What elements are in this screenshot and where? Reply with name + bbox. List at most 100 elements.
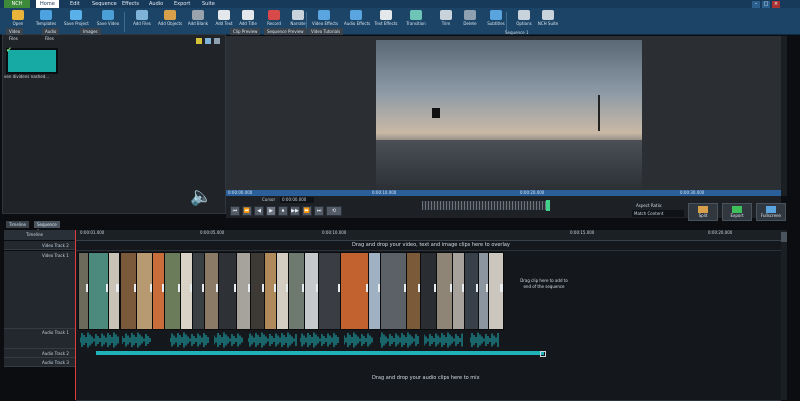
toolbar-label: Trim [441,21,451,26]
transition-marker[interactable] [116,284,119,292]
narrate-icon [292,10,304,20]
rewind-button[interactable]: ⏪ [242,206,252,216]
tab-timeline[interactable]: Timeline [6,221,30,228]
audio-waveform[interactable] [170,330,210,350]
maximize-icon[interactable]: □ [762,1,770,8]
fast-forward-button[interactable]: ⏩ [302,206,312,216]
audio-track-3-header: Audio Track 3 [4,358,76,367]
fullscreen-button[interactable]: Fullscreen [756,203,786,221]
tab-sequence-preview[interactable]: Sequence Preview [264,28,307,35]
tab-clip-preview[interactable]: Clip Preview [230,28,261,35]
scrubber-handle[interactable] [546,200,550,211]
audio-clip-end-handle[interactable] [540,351,546,357]
tab-effects[interactable]: Effects [118,0,143,8]
transition-marker[interactable] [500,284,503,292]
audio-waveform[interactable] [248,330,298,350]
nch-suite-button[interactable]: NCH Suite [536,10,560,32]
bin-view-icon[interactable] [196,38,202,44]
audio-track-1-header: Audio Track 1 [4,329,76,349]
bin-sort-icon[interactable] [205,38,211,44]
volume-scrubber[interactable] [422,201,550,210]
toolbar-label: Add Files [133,21,151,26]
audio-clip-bar[interactable] [96,351,544,355]
ruler-tick: 0:00:30.000 [680,190,705,195]
volume-icon[interactable]: 🔈 [190,186,212,207]
audio-waveform[interactable] [470,330,500,350]
timeline-time: 0:00:20.000 [708,230,733,235]
nch-app-button[interactable]: NCH [4,0,30,8]
tab-export[interactable]: Export [170,0,194,8]
audio-waveform[interactable] [380,330,420,350]
tab-edit[interactable]: Edit [66,0,84,8]
tab-home[interactable]: Home [36,0,59,8]
timeline-scrollbar[interactable] [781,230,787,400]
go-end-button[interactable]: ⏭ [314,206,324,216]
bin-close-icon[interactable] [214,38,220,44]
toolbar-label: Add Text [215,21,233,26]
folder-icon [12,10,24,20]
audio-waveform[interactable] [344,330,374,350]
split-button[interactable]: Split [688,203,718,221]
toolbar-label: Subtitles [487,21,505,26]
loop-button[interactable]: ⟲ [326,206,342,216]
audio-waveform[interactable] [424,330,464,350]
tab-suite[interactable]: Suite [198,0,219,8]
close-icon[interactable]: × [772,1,780,8]
audio-waveform[interactable] [300,330,340,350]
tab-video-tutorials[interactable]: Video Tutorials [308,28,344,35]
timeline-scroll-thumb[interactable] [781,232,787,242]
toolbar-label: Record [267,21,281,26]
play-sequence-button[interactable]: ▶▶ [290,206,300,216]
save-video-icon [102,10,114,20]
aspect-ratio-select[interactable]: Match Content [632,210,684,217]
step-back-button[interactable]: ◀ [254,206,264,216]
video-track-1-header: Video Track 1 [4,251,76,329]
text-icon [218,10,230,20]
toolbar-label: Save Video [96,21,120,26]
timeline-time: 0:00:05.000 [200,230,225,235]
toolbar-label: Add Title [239,21,257,26]
add-objects-button[interactable]: Add Objects [158,10,182,32]
media-file-name: ven dividens nashed... [4,74,50,79]
tab-audio-files[interactable]: Audio Files [42,28,60,41]
export-button[interactable]: Export [722,203,752,221]
tab-images[interactable]: Images [80,28,101,35]
add-blank-button[interactable]: Add Blank [186,10,210,32]
transition-icon [410,10,422,20]
menu-bar: NCH Home Edit Sequence Effects Audio Exp… [0,0,800,8]
tab-sequence-1[interactable]: Sequence 1 [34,221,60,234]
audio-waveform[interactable] [214,330,244,350]
options-icon [518,10,530,20]
play-button[interactable]: ▶ [266,206,276,216]
subtitles-button[interactable]: Subtitles [484,10,508,32]
pole-in-video [598,95,600,131]
ruler-tick: 0:00:20.000 [520,190,545,195]
tab-audio[interactable]: Audio [145,0,167,8]
go-start-button[interactable]: ⏮ [230,206,240,216]
toolbar-label: Save Project [64,21,89,26]
toolbar-label: Audio Effects [344,21,371,26]
text-effects-button[interactable]: Text Effects [374,10,398,32]
audio-effects-button[interactable]: Audio Effects [344,10,371,32]
tab-video-files[interactable]: Video Files [6,28,24,41]
stop-button[interactable]: ⏹ [278,206,288,216]
trim-button[interactable]: Trim [434,10,458,32]
cursor-time-field[interactable]: 0:00:00.000 [280,197,314,203]
end-drop-hint: Drag clip here to add to end of the sequ… [520,278,568,289]
tab-sequence[interactable]: Sequence [88,0,121,8]
templates-icon [40,10,52,20]
sequence-title: Sequence 1 [505,30,529,35]
audio-waveform[interactable] [80,330,120,350]
preview-scrollbar[interactable] [781,36,787,196]
toolbar-label: NCH Suite [537,21,559,26]
add-files-button[interactable]: Add Files [130,10,154,32]
options-button[interactable]: Options [512,10,536,32]
delete-button[interactable]: Delete [458,10,482,32]
timeline-ruler[interactable] [76,230,781,241]
text-effects-icon [380,10,392,20]
audio-track-2-header: Audio Track 2 [4,349,76,358]
minimize-icon[interactable]: – [752,1,760,8]
transition-button[interactable]: Transition [404,10,428,32]
playhead[interactable] [75,230,76,400]
audio-waveform[interactable] [122,330,152,350]
